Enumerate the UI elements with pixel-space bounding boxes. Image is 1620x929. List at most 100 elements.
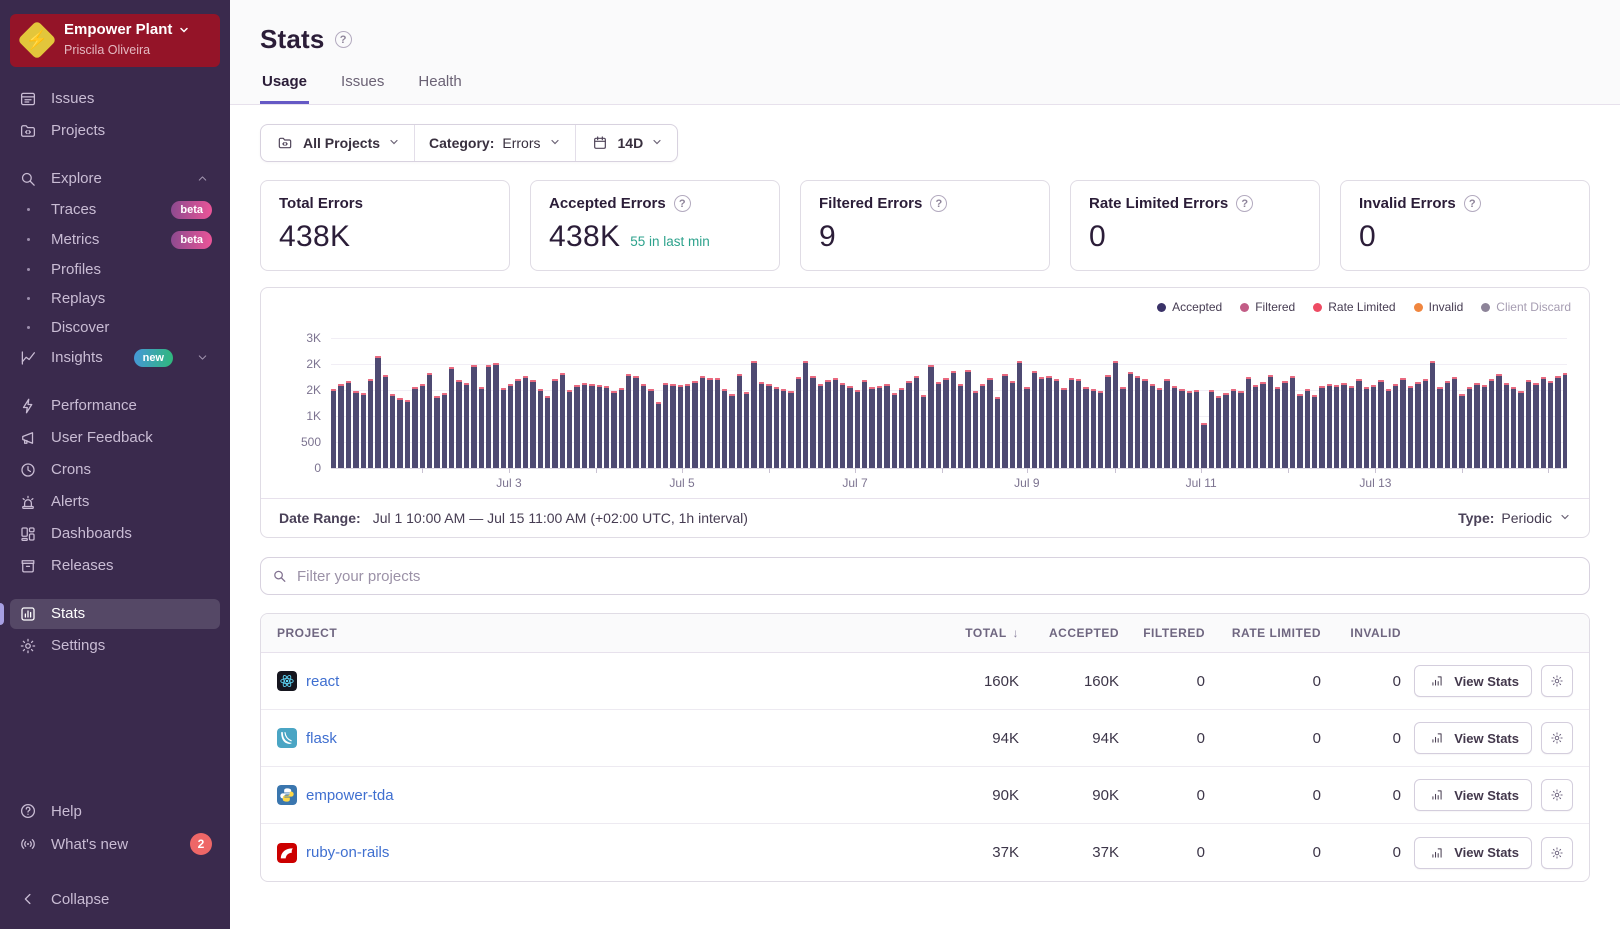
project-link[interactable]: ruby-on-rails [306, 844, 389, 861]
legend-item-filtered[interactable]: Filtered [1240, 300, 1295, 314]
chart-bar[interactable] [921, 395, 926, 468]
chart-bar[interactable] [892, 393, 897, 468]
legend-item-rate-limited[interactable]: Rate Limited [1313, 300, 1395, 314]
chart-bar[interactable] [1231, 389, 1236, 468]
chart-bar[interactable] [619, 388, 624, 468]
project-filter-dropdown[interactable]: All Projects [261, 125, 414, 161]
chart-bar[interactable] [1305, 389, 1310, 468]
chart-bar[interactable] [1378, 380, 1383, 468]
chart-bar[interactable] [1142, 379, 1147, 468]
chart-bar[interactable] [604, 386, 609, 468]
chart-bar[interactable] [633, 376, 638, 468]
sidebar-item-discover[interactable]: Discover [10, 314, 220, 341]
chart-bar[interactable] [715, 378, 720, 468]
tab-issues[interactable]: Issues [339, 73, 386, 104]
chart-bar[interactable] [1489, 379, 1494, 468]
chart-bar[interactable] [1157, 388, 1162, 468]
chart-bar[interactable] [471, 365, 476, 468]
chart-bar[interactable] [774, 387, 779, 468]
chart-bar[interactable] [1356, 379, 1361, 468]
chart-bar[interactable] [1504, 383, 1509, 468]
sidebar-item-alerts[interactable]: Alerts [10, 487, 220, 517]
chart-bar[interactable] [1496, 374, 1501, 468]
project-search-input[interactable] [260, 557, 1590, 595]
chart-bar[interactable] [833, 378, 838, 468]
chart-bar[interactable] [493, 363, 498, 468]
chart-bar[interactable] [1275, 387, 1280, 468]
chart-bar[interactable] [479, 387, 484, 468]
column-header-accepted[interactable]: ACCEPTED [1019, 626, 1119, 640]
chart-bar[interactable] [1002, 374, 1007, 468]
chart-bar[interactable] [405, 400, 410, 468]
legend-item-client-discard[interactable]: Client Discard [1481, 300, 1571, 314]
chart-bar[interactable] [1238, 391, 1243, 468]
chart-bar[interactable] [1282, 381, 1287, 468]
chart-bar[interactable] [899, 388, 904, 468]
column-header-total[interactable]: TOTAL ↓ [909, 626, 1019, 640]
chart-bar[interactable] [1526, 380, 1531, 468]
chart-bar[interactable] [707, 378, 712, 468]
sidebar-item-performance[interactable]: Performance [10, 391, 220, 421]
chart-bar[interactable] [1386, 389, 1391, 468]
chart-bar[interactable] [1445, 381, 1450, 468]
help-icon[interactable]: ? [674, 195, 691, 212]
sidebar-item-help[interactable]: Help [10, 796, 220, 826]
chart-bar[interactable] [1113, 361, 1118, 468]
chart-bar[interactable] [818, 384, 823, 468]
sidebar-item-what-s-new[interactable]: What's new2 [10, 828, 220, 860]
chart-bar[interactable] [501, 388, 506, 468]
chart-bar[interactable] [766, 384, 771, 468]
chart-bar[interactable] [1459, 394, 1464, 468]
chart-bar[interactable] [722, 389, 727, 468]
chart-bar[interactable] [1467, 387, 1472, 468]
chart-bar[interactable] [1371, 385, 1376, 468]
chart-bar[interactable] [1437, 387, 1442, 468]
chart-bar[interactable] [877, 386, 882, 468]
chart-bar[interactable] [597, 385, 602, 468]
chart-bar[interactable] [1327, 384, 1332, 468]
chart-bar[interactable] [508, 384, 513, 468]
sidebar-item-crons[interactable]: Crons [10, 455, 220, 485]
chart-bar[interactable] [1364, 387, 1369, 468]
chart-bar[interactable] [1209, 390, 1214, 468]
tab-health[interactable]: Health [416, 73, 463, 104]
chart-bar[interactable] [1223, 393, 1228, 468]
chart-bar[interactable] [973, 391, 978, 468]
chart-bar[interactable] [943, 378, 948, 468]
view-stats-button[interactable]: View Stats [1414, 837, 1532, 869]
chart-bar[interactable] [1563, 373, 1567, 468]
chart-bar[interactable] [523, 376, 528, 468]
chart-bar[interactable] [796, 377, 801, 468]
chart-bar[interactable] [427, 373, 432, 468]
chart-bar[interactable] [1423, 379, 1428, 468]
chart-bar[interactable] [361, 393, 366, 468]
chart-bar[interactable] [434, 396, 439, 468]
chart-bar[interactable] [1061, 388, 1066, 468]
chart-bar[interactable] [958, 384, 963, 468]
chart-bar[interactable] [884, 384, 889, 468]
chart-bar[interactable] [1120, 387, 1125, 468]
chart-bar[interactable] [1032, 371, 1037, 468]
chart-bar[interactable] [788, 391, 793, 468]
chart-bar[interactable] [840, 383, 845, 468]
project-settings-button[interactable] [1541, 779, 1573, 811]
chart-bar[interactable] [995, 397, 1000, 468]
chart-bar[interactable] [965, 370, 970, 468]
chart-bar[interactable] [1474, 383, 1479, 468]
chart-bar[interactable] [1187, 391, 1192, 468]
chart-bar[interactable] [1511, 387, 1516, 468]
chart-bar[interactable] [368, 379, 373, 468]
chart-bar[interactable] [397, 398, 402, 468]
chart-bar[interactable] [1216, 396, 1221, 468]
chart-bar[interactable] [1290, 376, 1295, 468]
chart-bar[interactable] [442, 393, 447, 468]
chart-bar[interactable] [464, 383, 469, 468]
chart-bar[interactable] [729, 394, 734, 468]
sidebar-item-insights[interactable]: Insightsnew [10, 343, 220, 373]
legend-item-accepted[interactable]: Accepted [1157, 300, 1222, 314]
chart-bar[interactable] [663, 383, 668, 468]
chart-bar[interactable] [1046, 376, 1051, 468]
chart-bar[interactable] [1054, 379, 1059, 468]
chart-bar[interactable] [980, 384, 985, 468]
chart-bar[interactable] [1430, 361, 1435, 468]
